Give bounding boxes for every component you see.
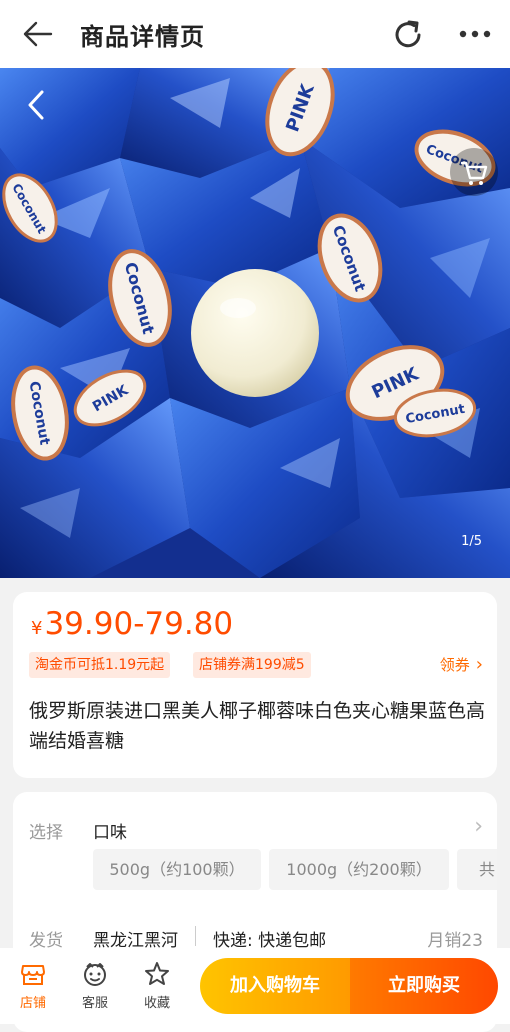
option-500g[interactable]: 500g（约100颗）: [93, 849, 261, 890]
top-header: 商品详情页: [0, 0, 510, 68]
chevron-left-icon[interactable]: [22, 88, 52, 122]
store-coupon-tag: 店铺券满199减5: [193, 652, 311, 678]
coin-discount-tag: 淘金币可抵1.19元起: [29, 652, 171, 678]
add-to-cart-button[interactable]: 加入购物车: [200, 958, 350, 1014]
tab-favorite[interactable]: 收藏: [132, 960, 182, 1011]
cart-icon[interactable]: [450, 148, 498, 196]
arrow-left-icon[interactable]: [22, 20, 54, 48]
store-icon: [21, 965, 45, 985]
get-coupon-link[interactable]: 领券 ›: [440, 654, 483, 675]
product-title: 俄罗斯原装进口黑美人椰子椰蓉味白色夹心糖果蓝色高端结婚喜糖: [29, 700, 486, 752]
divider: [195, 926, 196, 946]
select-label: 选择: [29, 823, 63, 843]
product-info-card: ¥39.90-79.80 淘金币可抵1.19元起 店铺券满199减5 领券 › 俄…: [13, 592, 497, 778]
price-range: ¥39.90-79.80: [31, 606, 234, 642]
star-icon: [145, 962, 169, 985]
option-group-label[interactable]: 口味: [93, 818, 127, 843]
option-more[interactable]: 共: [457, 849, 497, 890]
product-photo: PINK Coconut Coconut Coconut PINK Coconu…: [0, 68, 510, 578]
customer-service-icon: [84, 963, 106, 986]
tab-customer-service[interactable]: 客服: [70, 960, 120, 1011]
tab-store[interactable]: 店铺: [8, 960, 58, 1011]
more-dots-icon[interactable]: [455, 22, 495, 46]
image-index: 1/5: [461, 534, 482, 549]
chevron-right-icon: ›: [475, 654, 483, 675]
chevron-right-icon[interactable]: ›: [474, 814, 483, 839]
product-image-gallery[interactable]: PINK Coconut Coconut Coconut PINK Coconu…: [0, 68, 510, 578]
bottom-action-bar: 店铺 客服 收藏 加入购物车 立即购买: [0, 948, 510, 1024]
option-1000g[interactable]: 1000g（约200颗）: [269, 849, 449, 890]
buy-now-button[interactable]: 立即购买: [350, 958, 498, 1014]
page-title: 商品详情页: [80, 23, 205, 51]
refresh-icon[interactable]: [390, 17, 426, 53]
